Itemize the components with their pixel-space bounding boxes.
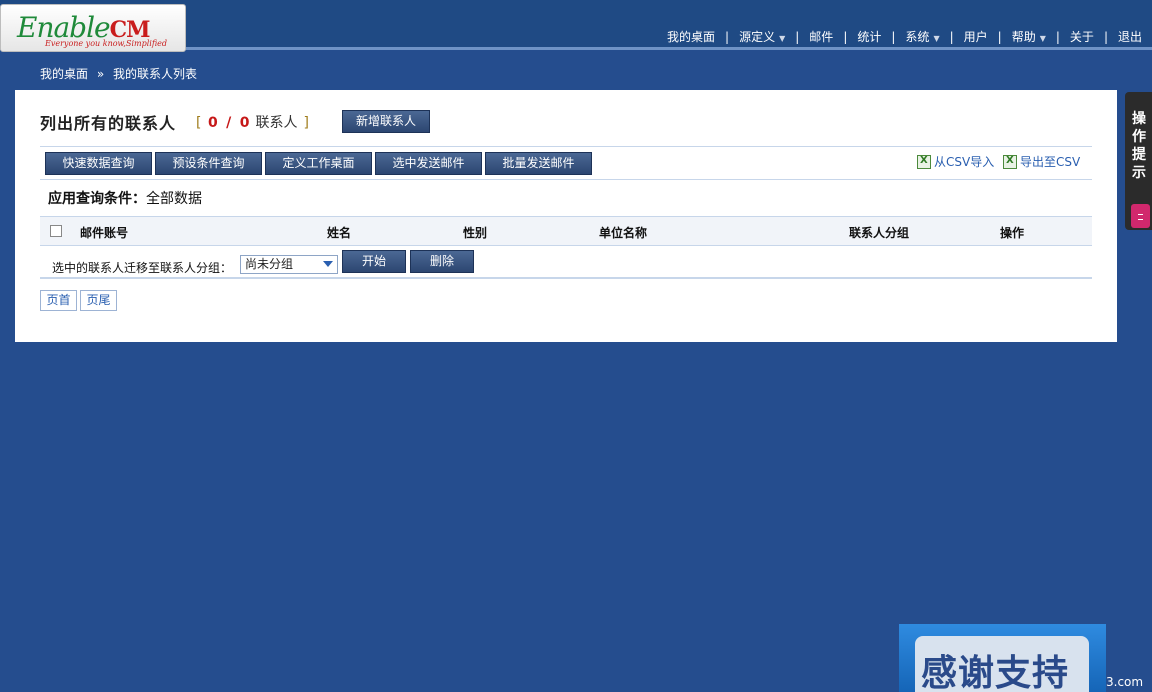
nav-separator: |	[725, 29, 730, 44]
contact-counter: [ 0 / 0 联系人]	[196, 112, 309, 132]
nav-separator: |	[843, 29, 848, 44]
thanks-badge: 感谢支持	[899, 624, 1106, 692]
col-name[interactable]: 姓名	[327, 224, 351, 241]
start-move-button[interactable]: 开始	[342, 250, 406, 273]
breadcrumb-home[interactable]: 我的桌面	[40, 67, 88, 81]
nav-separator: |	[795, 29, 800, 44]
export-csv-link[interactable]: 导出至CSV	[1003, 153, 1080, 170]
delete-button[interactable]: 删除	[410, 250, 474, 273]
breadcrumb-current[interactable]: 我的联系人列表	[113, 67, 197, 81]
col-group[interactable]: 联系人分组	[849, 224, 909, 241]
counter-shown: 0	[207, 115, 218, 131]
import-csv-link[interactable]: 从CSV导入	[917, 153, 994, 170]
nav-item-label: 用户	[963, 30, 988, 44]
batch-send-mail-button[interactable]: 批量发送邮件	[485, 152, 592, 175]
contacts-panel: 列出所有的联系人 [ 0 / 0 联系人] 新增联系人 快速数据查询 预设条件查询…	[15, 90, 1117, 342]
logo-tagline: Everyone you know,Simplified	[45, 39, 168, 48]
chevron-down-icon: ▼	[933, 34, 940, 43]
col-email[interactable]: 邮件账号	[80, 224, 128, 241]
nav-item-desktop[interactable]: 我的桌面	[665, 28, 717, 45]
chevron-down-icon: ▼	[1039, 34, 1046, 43]
chevron-down-icon: ▼	[779, 34, 786, 43]
counter-unit: 联系人	[255, 115, 298, 131]
breadcrumb: 我的桌面 » 我的联系人列表	[40, 65, 197, 82]
nav-item-source[interactable]: 源定义 ▼	[737, 28, 787, 45]
counter-bracket-close: ]	[303, 115, 309, 131]
col-actions: 操作	[1000, 226, 1025, 240]
nav-item-label: 退出	[1117, 30, 1142, 44]
last-page-button[interactable]: 页尾	[80, 290, 117, 311]
thanks-text: 感谢支持	[921, 653, 1070, 692]
breadcrumb-arrow: »	[96, 67, 105, 81]
nav-item-label: 帮助	[1011, 30, 1036, 44]
move-group-label: 选中的联系人迁移至联系人分组：	[52, 261, 233, 275]
nav-separator: |	[1103, 29, 1108, 44]
logo[interactable]: EnableCM Everyone you know,Simplified	[0, 4, 186, 52]
select-all-checkbox[interactable]	[50, 225, 62, 237]
top-header: EnableCM Everyone you know,Simplified 我的…	[0, 0, 1152, 52]
col-gender[interactable]: 性别	[463, 224, 487, 241]
nav-separator: |	[891, 29, 896, 44]
pager: 页首 页尾	[40, 290, 120, 311]
tips-badge-icon[interactable]	[1131, 204, 1150, 228]
operation-tips-label: 操作提示	[1132, 111, 1146, 181]
nav-separator: |	[949, 29, 954, 44]
nav-item-stats[interactable]: 统计	[855, 28, 883, 45]
col-company[interactable]: 单位名称	[599, 224, 647, 241]
nav-item-about[interactable]: 关于	[1068, 28, 1096, 45]
excel-icon	[1003, 154, 1017, 169]
chevron-down-icon	[323, 261, 333, 267]
nav-item-label: 邮件	[809, 30, 834, 44]
add-contact-button[interactable]: 新增联系人	[342, 110, 430, 133]
nav-item-logout[interactable]: 退出	[1116, 28, 1144, 45]
define-desktop-button[interactable]: 定义工作桌面	[265, 152, 372, 175]
move-group-row: 选中的联系人迁移至联系人分组： 尚未分组 开始 删除	[40, 247, 1092, 279]
nav-item-label: 统计	[857, 30, 882, 44]
excel-icon	[917, 154, 931, 169]
watermark: 3.com	[1106, 675, 1144, 689]
nav-item-label: 我的桌面	[667, 30, 716, 44]
nav-item-label: 关于	[1069, 30, 1094, 44]
query-condition-value: 全部数据	[146, 191, 202, 207]
query-condition: 应用查询条件：全部数据	[48, 188, 202, 208]
nav-item-help[interactable]: 帮助 ▼	[1010, 28, 1048, 45]
send-selected-mail-button[interactable]: 选中发送邮件	[375, 152, 482, 175]
preset-query-button[interactable]: 预设条件查询	[155, 152, 262, 175]
nav-item-system[interactable]: 系统 ▼	[903, 28, 941, 45]
nav-separator: |	[1055, 29, 1060, 44]
nav-item-mail[interactable]: 邮件	[807, 28, 835, 45]
nav-item-users[interactable]: 用户	[962, 28, 990, 45]
group-select[interactable]: 尚未分组	[240, 255, 338, 274]
export-csv-label: 导出至CSV	[1020, 155, 1081, 169]
query-toolbar: 快速数据查询 预设条件查询 定义工作桌面 选中发送邮件 批量发送邮件 从CSV导…	[40, 146, 1092, 180]
page-title: 列出所有的联系人	[40, 114, 177, 133]
nav-item-label: 系统	[905, 30, 930, 44]
main-nav: 我的桌面 | 源定义 ▼ | 邮件 | 统计 | 系统 ▼ | 用户 | 帮助 ▼ |…	[665, 28, 1144, 45]
counter-bracket-open: [	[196, 115, 202, 131]
nav-item-label: 源定义	[739, 30, 776, 44]
import-csv-label: 从CSV导入	[934, 155, 995, 169]
operation-tips-tab[interactable]: 操作提示	[1125, 92, 1152, 230]
query-condition-label: 应用查询条件：	[48, 191, 146, 207]
contacts-table-header: 邮件账号 姓名 性别 单位名称 联系人分组 操作	[40, 216, 1092, 246]
title-row: 列出所有的联系人 [ 0 / 0 联系人]	[40, 110, 309, 134]
first-page-button[interactable]: 页首	[40, 290, 77, 311]
group-select-value: 尚未分组	[245, 257, 294, 271]
counter-total: 0	[239, 115, 250, 131]
quick-query-button[interactable]: 快速数据查询	[45, 152, 152, 175]
thanks-badge-inner: 感谢支持	[915, 636, 1089, 692]
nav-separator: |	[997, 29, 1002, 44]
counter-slash: /	[226, 115, 232, 131]
